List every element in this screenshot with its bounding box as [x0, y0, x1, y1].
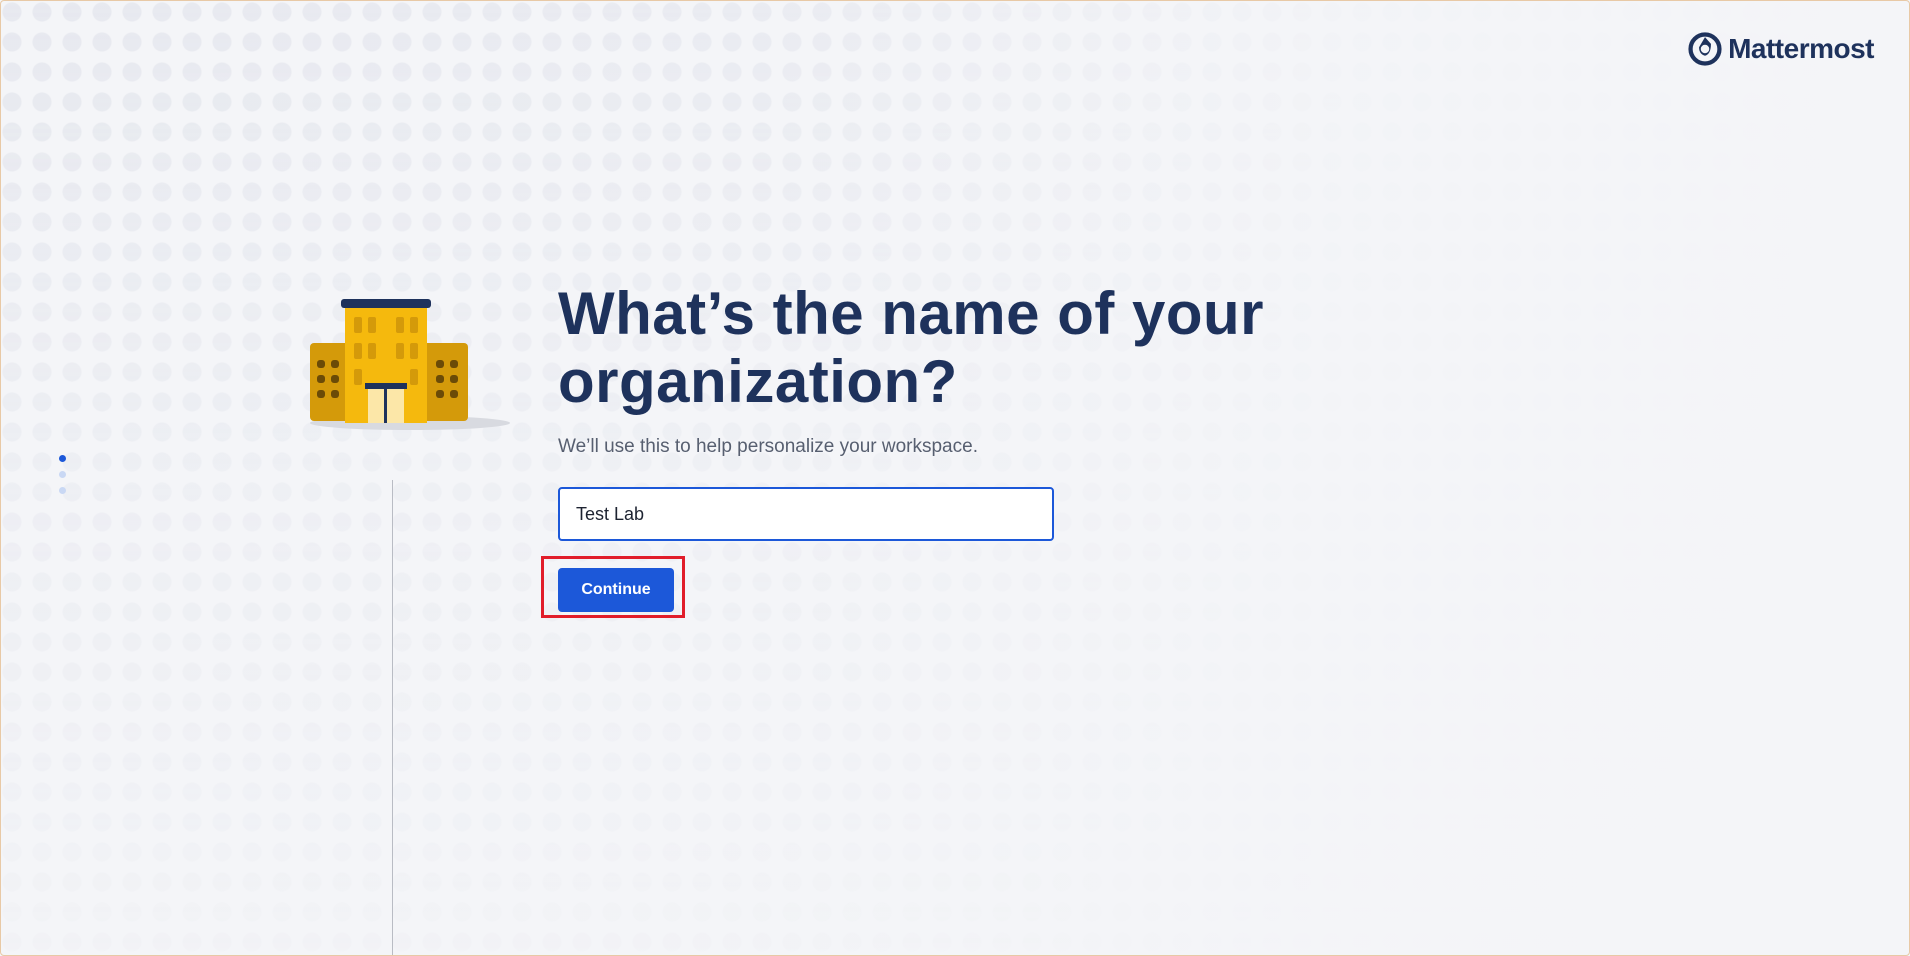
mattermost-logo-icon: [1688, 32, 1722, 66]
organization-name-field[interactable]: [558, 487, 1054, 541]
organization-name-input[interactable]: [576, 503, 1036, 525]
progress-dot: [59, 487, 66, 494]
office-building-icon: [310, 299, 510, 430]
vertical-divider: [392, 480, 393, 956]
brand-name: Mattermost: [1728, 33, 1874, 64]
continue-area: Continue: [541, 556, 685, 618]
org-name-step: What’s the name of your organization? We…: [541, 280, 1358, 618]
onboarding-progress: [59, 455, 66, 494]
page-subtitle: We’ll use this to help personalize your …: [558, 436, 978, 457]
mattermost-logo: Mattermost: [1688, 32, 1874, 66]
continue-button[interactable]: Continue: [558, 568, 674, 612]
progress-dot: [59, 471, 66, 478]
page-title: What’s the name of your organization?: [558, 280, 1265, 415]
progress-dot-current: [59, 455, 66, 462]
